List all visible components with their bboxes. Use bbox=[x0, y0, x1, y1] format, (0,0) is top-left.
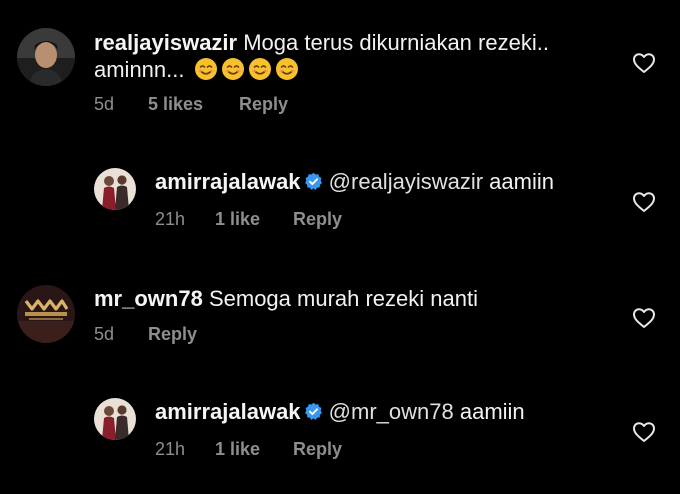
avatar[interactable] bbox=[94, 398, 136, 440]
comment-username[interactable]: realjayiswazir bbox=[94, 30, 237, 55]
heart-outline-icon[interactable] bbox=[632, 52, 656, 74]
reply-button[interactable]: Reply bbox=[239, 93, 288, 115]
comment-text: Moga terus dikurniakan rezeki.. bbox=[243, 30, 549, 55]
comment-text-line: realjayiswazir Moga terus dikurniakan re… bbox=[94, 28, 549, 57]
verified-badge-icon bbox=[304, 402, 323, 421]
avatar[interactable] bbox=[94, 168, 136, 210]
comment-text: aamiin bbox=[489, 169, 554, 194]
comment-timestamp: 5d bbox=[94, 324, 115, 344]
heart-outline-icon[interactable] bbox=[632, 307, 656, 329]
comment-username[interactable]: mr_own78 bbox=[94, 286, 203, 311]
comment-text-line: amirrajalawak @mr_own78 aamiin bbox=[155, 397, 525, 426]
comment-mr_own78: mr_own78 Semoga murah rezeki nanti 5d Re… bbox=[0, 250, 680, 360]
comment-username[interactable]: amirrajalawak bbox=[155, 169, 301, 194]
heart-outline-icon[interactable] bbox=[632, 421, 656, 443]
comment-meta: 21h 1 like Reply bbox=[155, 438, 385, 460]
heart-outline-icon[interactable] bbox=[632, 191, 656, 213]
comment-text: Semoga murah rezeki nanti bbox=[208, 286, 478, 311]
reply-comment-amirrajalawak: amirrajalawak @realjayiswazir aamiin 21h… bbox=[0, 130, 680, 250]
reply-button[interactable]: Reply bbox=[293, 208, 342, 230]
avatar[interactable] bbox=[17, 285, 75, 343]
reply-button[interactable]: Reply bbox=[148, 323, 197, 345]
comment-likes-count[interactable]: 5 likes bbox=[148, 93, 203, 115]
comment-text: aminnn... bbox=[94, 57, 185, 82]
comment-meta: 21h 1 like Reply bbox=[155, 208, 385, 230]
comment-timestamp: 21h bbox=[155, 439, 186, 459]
reply-button[interactable]: Reply bbox=[293, 438, 342, 460]
mention-link[interactable]: @mr_own78 bbox=[329, 399, 454, 424]
comment-likes-count[interactable]: 1 like bbox=[215, 208, 260, 230]
smiling-face-emoji bbox=[248, 57, 272, 81]
verified-badge-icon bbox=[304, 172, 323, 191]
comment-text-line: amirrajalawak @realjayiswazir aamiin bbox=[155, 167, 554, 196]
comment-username[interactable]: amirrajalawak bbox=[155, 399, 301, 424]
comment-realjayiswazir: realjayiswazir Moga terus dikurniakan re… bbox=[0, 0, 680, 130]
smiling-face-emoji bbox=[194, 57, 218, 81]
reply-comment-amirrajalawak: amirrajalawak @mr_own78 aamiin 21h 1 lik… bbox=[0, 360, 680, 494]
comment-meta: 5d 5 likes Reply bbox=[94, 93, 354, 115]
comment-text: aamiin bbox=[459, 399, 525, 424]
comment-text-line: aminnn... bbox=[94, 55, 299, 84]
mention-link[interactable]: @realjayiswazir bbox=[329, 169, 483, 194]
smiling-face-emoji bbox=[221, 57, 245, 81]
comment-meta: 5d Reply bbox=[94, 323, 294, 345]
comment-timestamp: 21h bbox=[155, 209, 186, 229]
comment-text-line: mr_own78 Semoga murah rezeki nanti bbox=[94, 284, 478, 313]
comment-timestamp: 5d bbox=[94, 94, 115, 114]
comment-likes-count[interactable]: 1 like bbox=[215, 438, 260, 460]
smiling-face-emoji bbox=[275, 57, 299, 81]
avatar[interactable] bbox=[17, 28, 75, 86]
